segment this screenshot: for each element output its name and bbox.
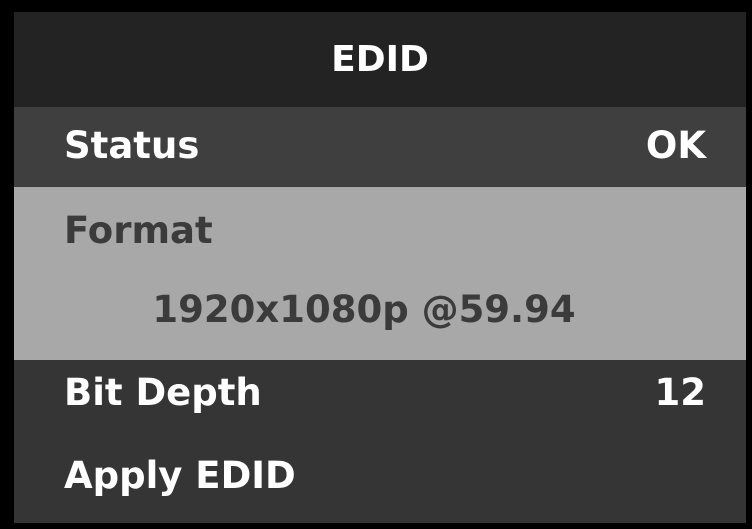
bit-depth-value: 12 [654,371,707,414]
status-label: Status [64,124,200,167]
bit-depth-row[interactable]: Bit Depth 12 [14,360,746,442]
status-value: OK [645,124,706,167]
screen-frame: EDID Status OK Format 1920x1080p @59.94 … [0,0,752,529]
edid-menu-panel: EDID Status OK Format 1920x1080p @59.94 … [14,12,746,523]
apply-edid-label: Apply EDID [64,454,296,497]
format-label: Format [64,209,213,252]
format-value: 1920x1080p @59.94 [152,288,576,331]
status-row[interactable]: Status OK [14,107,746,187]
apply-edid-row[interactable]: Apply EDID [14,442,746,523]
menu-title-text: EDID [331,39,429,80]
bit-depth-label: Bit Depth [64,371,262,414]
format-row[interactable]: Format 1920x1080p @59.94 [14,187,746,360]
menu-title: EDID [14,12,746,107]
